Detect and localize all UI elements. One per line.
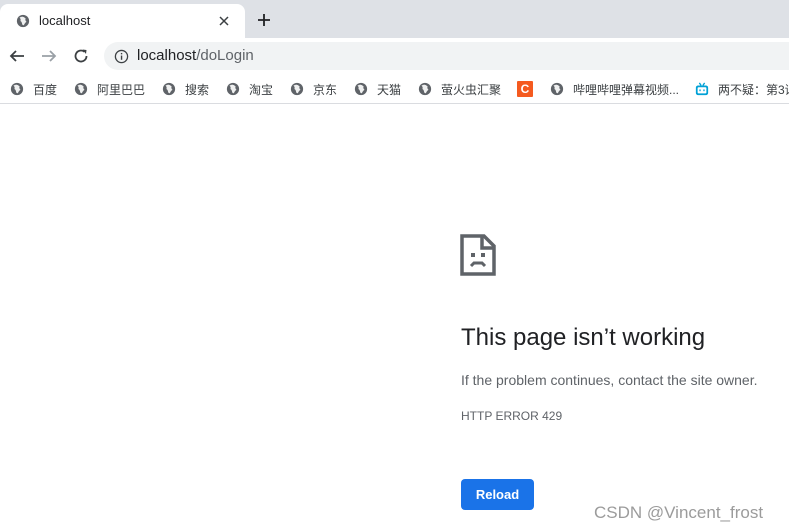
url-host: localhost: [137, 47, 197, 64]
bookmark-bilibili[interactable]: 哔哩哔哩弹幕视频...: [550, 80, 679, 98]
bookmark-label: 两不疑：第3话: [718, 82, 789, 97]
sad-page-icon: [460, 234, 496, 276]
bookmark-label: 淘宝: [249, 82, 274, 97]
error-description: If the problem continues, contact the si…: [461, 372, 758, 388]
bookmark-baidu[interactable]: 百度: [10, 80, 57, 98]
reload-button[interactable]: Reload: [461, 479, 534, 510]
plus-icon[interactable]: [254, 10, 274, 30]
bookmark-search[interactable]: 搜索: [162, 80, 209, 98]
globe-icon: [418, 82, 432, 96]
globe-icon: [74, 82, 88, 96]
globe-icon: [16, 14, 30, 28]
close-icon[interactable]: [216, 13, 232, 29]
bookmark-taobao[interactable]: 淘宝: [226, 80, 273, 98]
bookmark-jd[interactable]: 京东: [290, 80, 337, 98]
error-page: This page isn’t working If the problem c…: [0, 105, 789, 532]
tab-title: localhost: [39, 13, 91, 28]
info-icon[interactable]: [114, 49, 129, 64]
bookmark-label: 京东: [313, 82, 338, 97]
globe-icon: [290, 82, 304, 96]
bookmark-alibaba[interactable]: 阿里巴巴: [74, 80, 145, 98]
tab-localhost[interactable]: localhost: [0, 4, 245, 38]
globe-icon: [550, 82, 564, 96]
bookmark-label: 百度: [33, 82, 58, 97]
bookmark-tmall[interactable]: 天猫: [354, 80, 401, 98]
bilibili-icon: [695, 82, 709, 96]
address-bar[interactable]: localhost/doLogin: [104, 42, 789, 70]
bookmarks-bar: 百度 阿里巴巴 搜索 淘宝 京东 天猫 萤火虫汇聚 C 哔哩哔哩弹幕视频... …: [0, 74, 789, 104]
reload-icon[interactable]: [70, 45, 92, 67]
browser-window: localhost localhost/doLogin 百度 阿里巴巴 搜索 淘…: [0, 0, 789, 532]
watermark: CSDN @Vincent_frost: [594, 503, 764, 522]
bookmark-firefly[interactable]: 萤火虫汇聚: [418, 80, 501, 98]
globe-icon: [162, 82, 176, 96]
toolbar: localhost/doLogin: [0, 38, 789, 74]
url-text: localhost/doLogin: [137, 47, 254, 64]
tab-strip: localhost: [0, 0, 789, 38]
bookmark-label: 哔哩哔哩弹幕视频...: [573, 82, 680, 97]
bookmark-label: 天猫: [377, 82, 402, 97]
bookmark-label: 搜索: [185, 82, 210, 97]
globe-icon: [226, 82, 240, 96]
url-path: /doLogin: [196, 47, 254, 64]
globe-icon: [354, 82, 368, 96]
bookmark-csdn[interactable]: C: [517, 80, 533, 98]
globe-icon: [10, 82, 24, 96]
forward-arrow-icon[interactable]: [38, 45, 60, 67]
bookmark-label: 阿里巴巴: [97, 82, 146, 97]
back-arrow-icon[interactable]: [6, 45, 28, 67]
bookmark-liangbuyi[interactable]: 两不疑：第3话: [695, 80, 789, 98]
error-title: This page isn’t working: [461, 324, 706, 351]
bookmark-label: 萤火虫汇聚: [441, 82, 502, 97]
error-code: HTTP ERROR 429: [461, 409, 563, 423]
csdn-icon: C: [517, 81, 533, 97]
